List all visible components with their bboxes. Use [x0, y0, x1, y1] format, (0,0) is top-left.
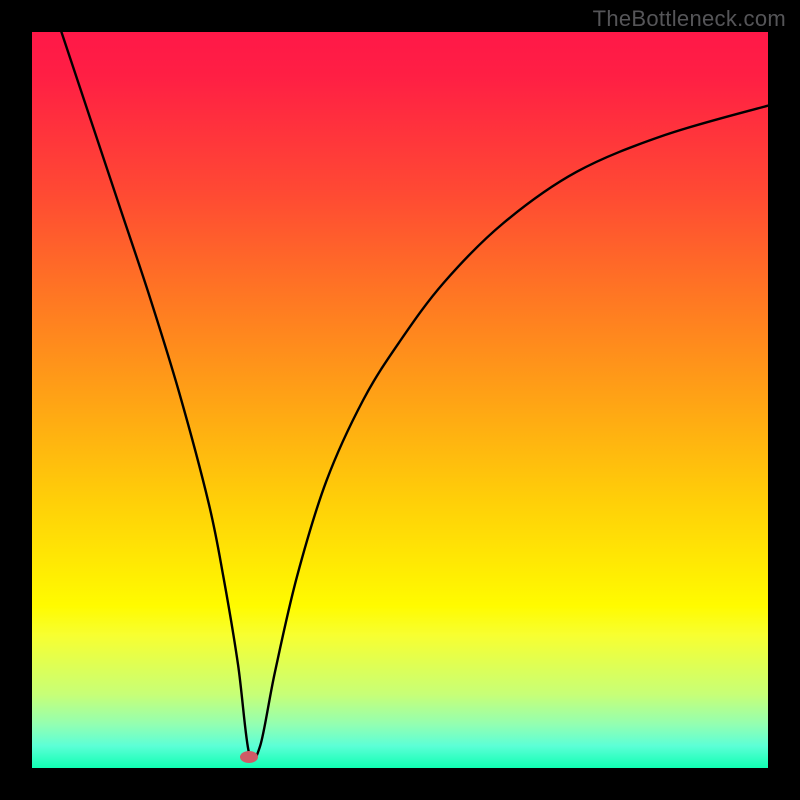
- chart-frame: TheBottleneck.com: [0, 0, 800, 800]
- optimum-marker: [240, 751, 258, 763]
- plot-area: [32, 32, 768, 768]
- bottleneck-curve: [32, 32, 768, 768]
- watermark-text: TheBottleneck.com: [593, 6, 786, 32]
